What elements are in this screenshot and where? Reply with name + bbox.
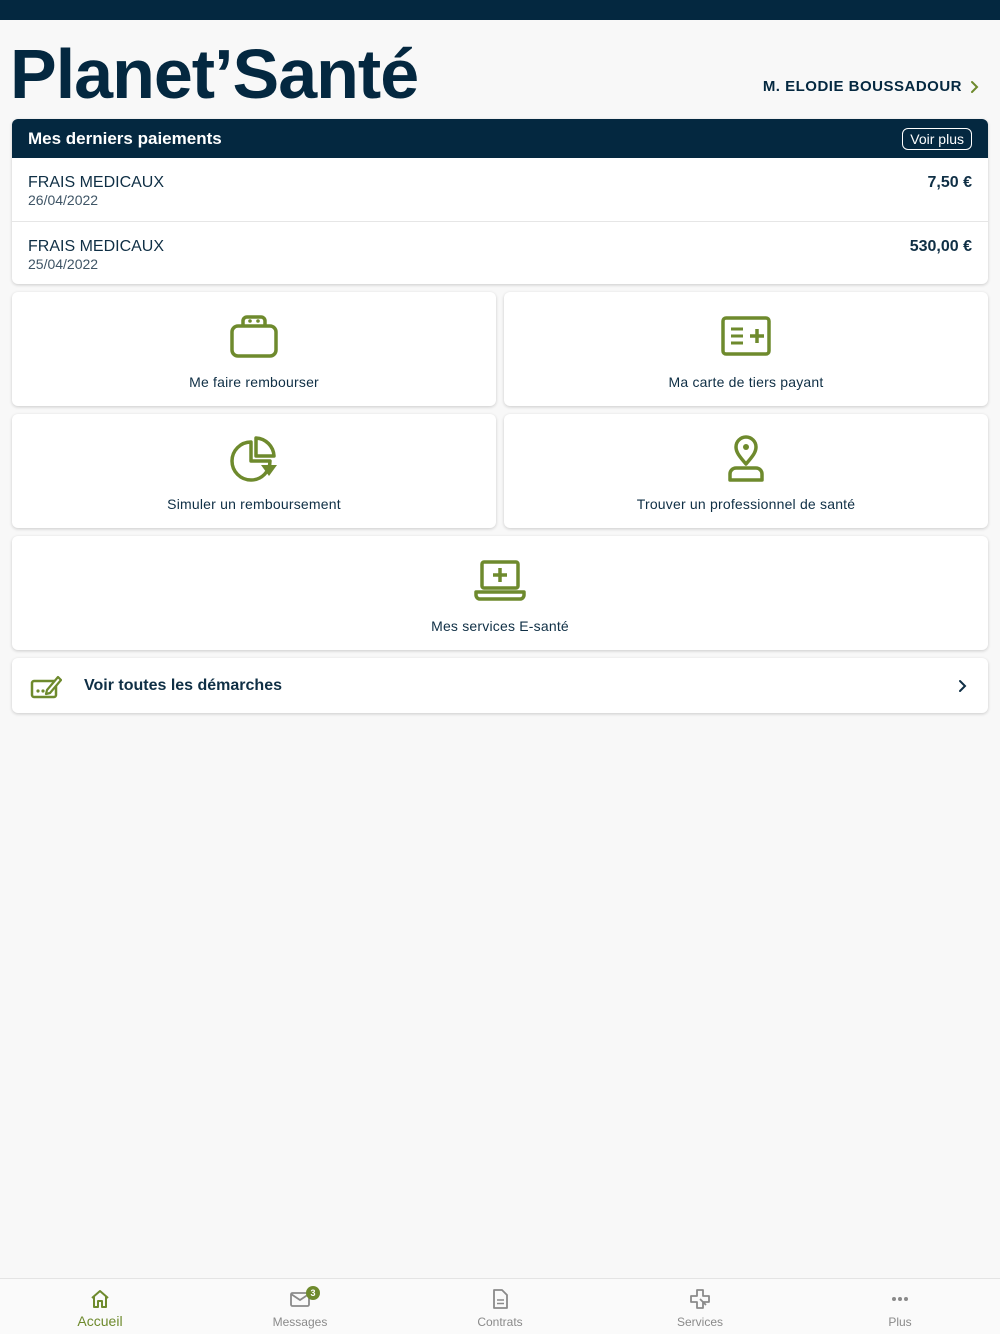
tile-label: Mes services E-santé: [431, 618, 569, 634]
user-name: M. ELODIE BOUSSADOUR: [762, 78, 962, 95]
tile-services-e-sante[interactable]: Mes services E-santé: [12, 536, 988, 650]
tab-label: Contrats: [477, 1315, 523, 1329]
chevron-right-icon: [971, 80, 979, 93]
tab-services[interactable]: Services: [600, 1279, 800, 1334]
tab-accueil[interactable]: Accueil: [0, 1279, 200, 1334]
payment-amount: 530,00 €: [909, 238, 972, 255]
tile-carte-tiers-payant[interactable]: Ma carte de tiers payant: [504, 292, 988, 406]
payment-label: FRAIS MEDICAUX: [28, 174, 165, 191]
demarches-label: Voir toutes les démarches: [84, 676, 282, 694]
payments-header: Mes derniers paiements Voir plus: [12, 119, 988, 158]
tile-me-faire-rembourser[interactable]: Me faire rembourser: [12, 292, 496, 406]
tab-label: Services: [676, 1315, 723, 1329]
tile-label: Simuler un remboursement: [167, 496, 341, 512]
document-icon: [493, 1289, 508, 1309]
payment-label: FRAIS MEDICAUX: [28, 238, 165, 255]
edit-form-icon: [30, 675, 62, 698]
payment-amount: 7,50 €: [927, 174, 972, 191]
tab-plus[interactable]: Plus: [800, 1279, 1000, 1334]
payment-date: 25/04/2022: [28, 256, 99, 272]
payment-date: 26/04/2022: [28, 192, 99, 208]
tile-trouver-professionnel[interactable]: Trouver un professionnel de santé: [504, 414, 988, 528]
voir-demarches-link[interactable]: Voir toutes les démarches: [12, 658, 988, 713]
bottom-tab-bar: Accueil 3 Messages Contrats Services Plu…: [0, 1278, 1000, 1334]
payments-title: Mes derniers paiements: [28, 128, 222, 148]
pie-chart-icon: [230, 436, 277, 482]
tile-label: Me faire rembourser: [189, 374, 319, 390]
tile-label: Trouver un professionnel de santé: [636, 496, 856, 512]
voir-plus-button[interactable]: Voir plus: [902, 127, 972, 150]
more-icon: [892, 1297, 908, 1301]
tab-contrats[interactable]: Contrats: [400, 1279, 600, 1334]
messages-badge: 3: [306, 1286, 320, 1300]
medical-cross-icon: [690, 1289, 710, 1309]
app-logo: Planet’Santé: [10, 35, 419, 113]
doctor-pin-icon: [728, 435, 764, 482]
payment-row[interactable]: FRAIS MEDICAUX 25/04/2022 530,00 €: [12, 221, 988, 284]
payments-card: Mes derniers paiements Voir plus FRAIS M…: [12, 119, 988, 284]
chevron-right-icon: [959, 679, 967, 692]
tab-label: Accueil: [77, 1313, 123, 1329]
tile-label: Ma carte de tiers payant: [668, 374, 824, 390]
payment-row[interactable]: FRAIS MEDICAUX 26/04/2022 7,50 €: [12, 158, 988, 221]
home-icon: [91, 1290, 109, 1308]
tile-simuler-remboursement[interactable]: Simuler un remboursement: [12, 414, 496, 528]
laptop-medical-icon: [474, 560, 526, 601]
tab-label: Plus: [888, 1315, 912, 1329]
user-profile-link[interactable]: M. ELODIE BOUSSADOUR: [763, 78, 982, 95]
status-bar: [0, 0, 1000, 20]
bag-icon: [230, 315, 278, 358]
tab-label: Messages: [272, 1315, 328, 1329]
tab-messages[interactable]: 3 Messages: [200, 1279, 400, 1334]
card-plus-icon: [721, 316, 771, 356]
